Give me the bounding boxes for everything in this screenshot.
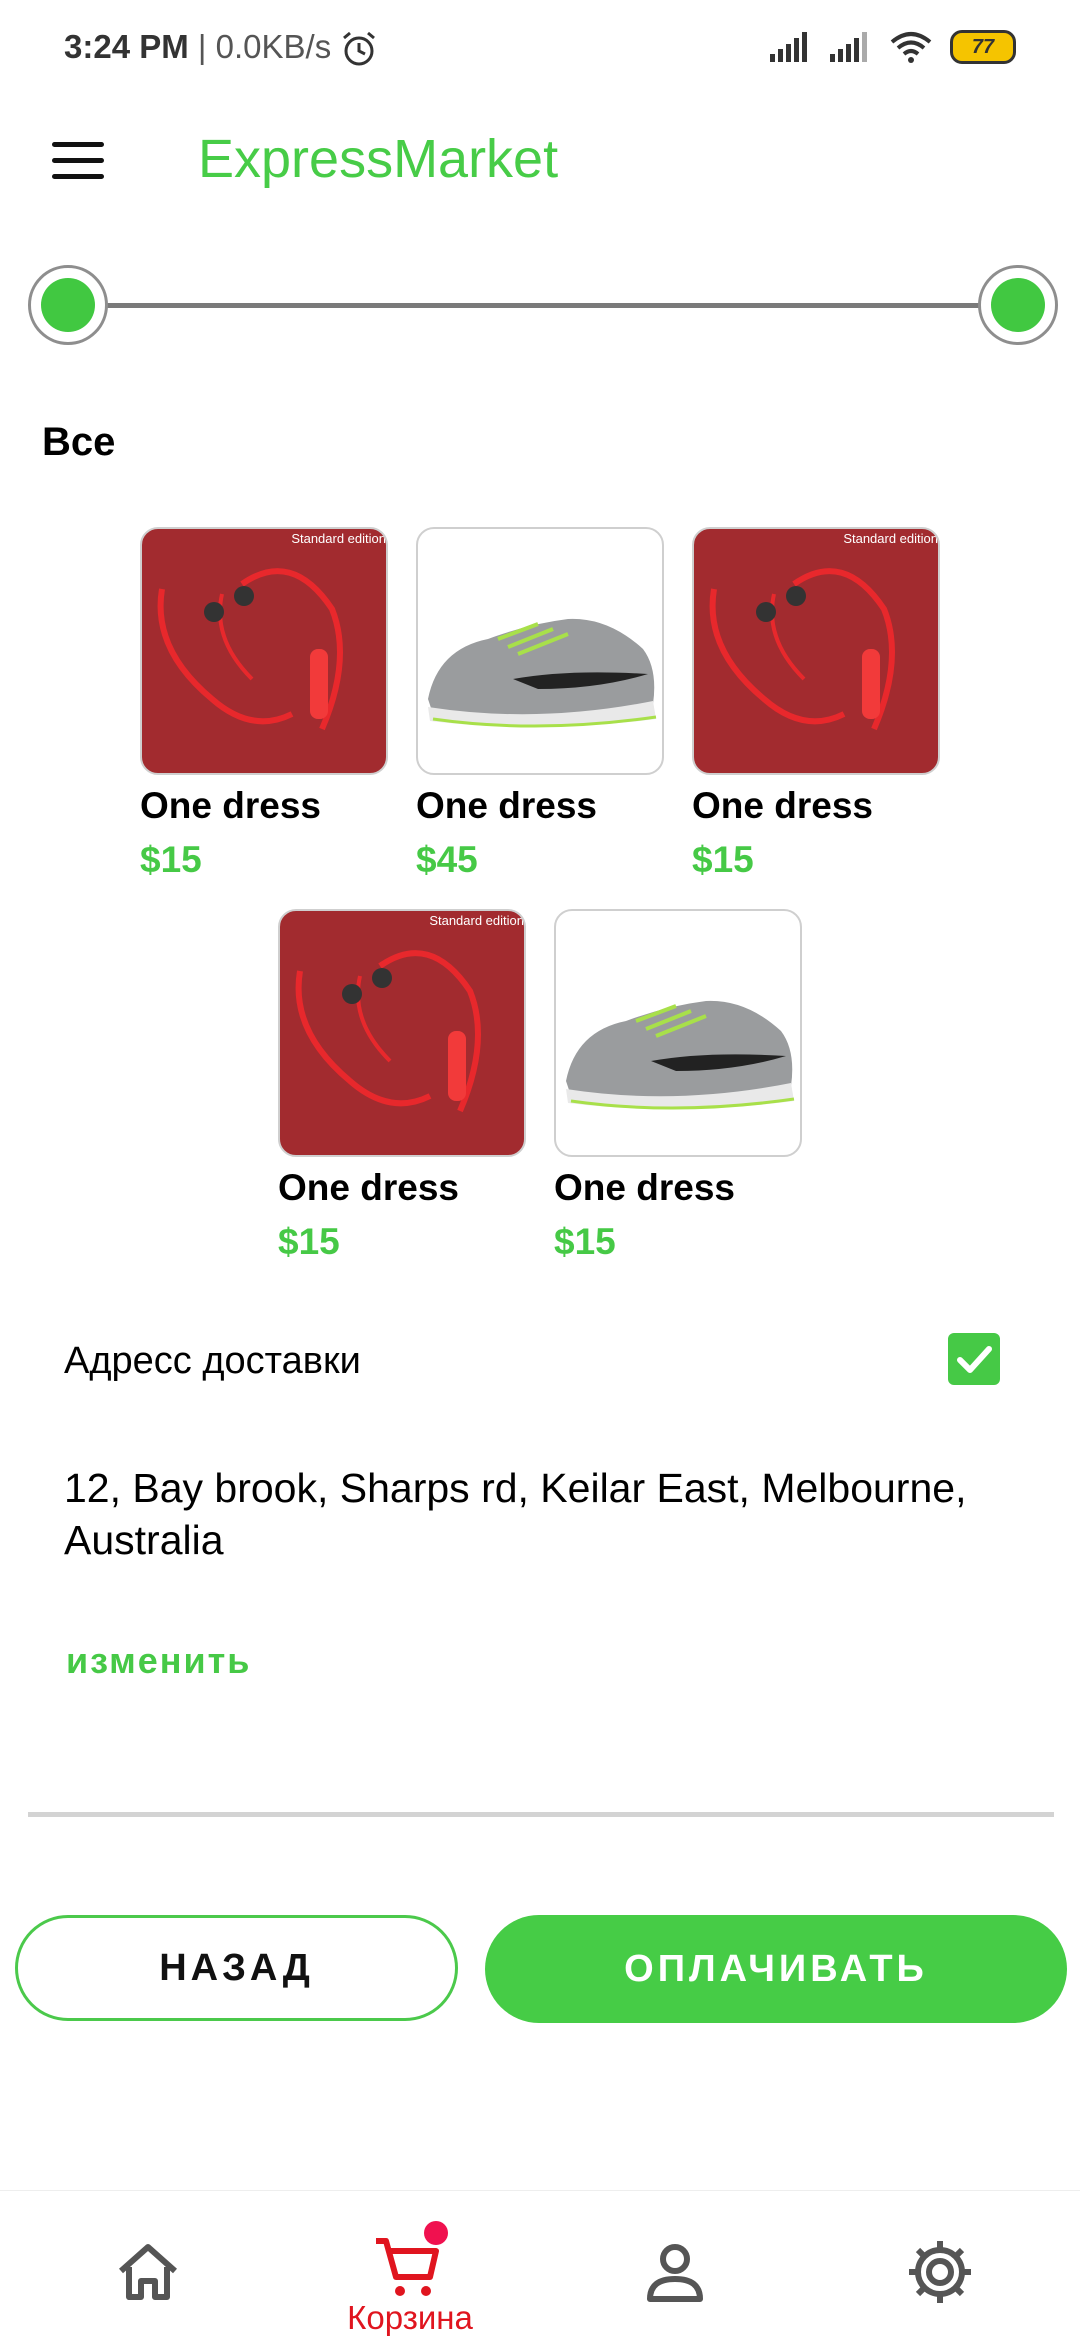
signal-icon-2 (830, 32, 867, 62)
delivery-address-label: Адресс доставки (64, 1340, 361, 1382)
step-1-indicator (28, 265, 108, 345)
check-icon (957, 1346, 992, 1373)
product-caption: Standard edition (291, 531, 386, 546)
cart-badge (424, 2221, 448, 2245)
settings-icon[interactable] (905, 2237, 975, 2307)
product-row: Standard edition One dress $15 One dress… (0, 909, 1080, 1263)
product-grid: Standard edition One dress $15 One dress… (0, 527, 1080, 1291)
product-price: $15 (554, 1221, 616, 1262)
product-image: Standard edition (140, 527, 388, 775)
profile-icon[interactable] (640, 2237, 710, 2307)
product-name: One dress (278, 1167, 459, 1208)
product-price: $45 (416, 839, 478, 880)
bottom-navigation: Корзина (0, 2190, 1080, 2341)
product-name: One dress (416, 785, 597, 826)
stepper-line (100, 303, 986, 308)
product-image (554, 909, 802, 1157)
status-right: 77 (770, 30, 1016, 64)
product-name: One dress (140, 785, 321, 826)
product-card[interactable]: Standard edition One dress $15 (278, 909, 526, 1263)
alarm-icon (343, 31, 375, 66)
battery-level: 77 (971, 35, 995, 58)
product-name: One dress (554, 1167, 735, 1208)
delivery-address-text: 12, Bay brook, Sharps rd, Keilar East, M… (64, 1465, 967, 1563)
status-net-speed: 0.0KB/s (215, 28, 332, 65)
product-image: Standard edition (278, 909, 526, 1157)
delivery-address-checkbox[interactable] (948, 1333, 1000, 1385)
section-title: Все (42, 420, 116, 464)
product-image: Standard edition (692, 527, 940, 775)
product-caption: Standard edition (843, 531, 938, 546)
wifi-icon (890, 32, 932, 63)
product-card[interactable]: One dress $45 (416, 527, 664, 881)
status-clock: 3:24 PM (64, 28, 189, 65)
status-separator: | (197, 28, 207, 65)
product-price: $15 (692, 839, 754, 880)
status-bar: 3:24 PM | 0.0KB/s 77 (0, 0, 1080, 100)
change-address-link[interactable]: изменить (66, 1640, 251, 1682)
home-icon[interactable] (113, 2237, 183, 2307)
product-price: $15 (278, 1221, 340, 1262)
product-image (416, 527, 664, 775)
signal-icon (770, 32, 807, 62)
divider (28, 1812, 1054, 1817)
earphones-icon: Standard edition (157, 531, 386, 731)
product-row: Standard edition One dress $15 One dress… (0, 527, 1080, 881)
menu-icon[interactable] (52, 142, 104, 180)
product-card[interactable]: Standard edition One dress $15 (140, 527, 388, 881)
pay-button[interactable]: ОПЛАЧИВАТЬ (485, 1915, 1067, 2023)
earphones-icon: Standard edition (709, 531, 938, 731)
nav-cart-label[interactable]: Корзина (330, 2299, 490, 2337)
status-time: 3:24 PM | 0.0KB/s (64, 28, 331, 66)
product-card[interactable]: Standard edition One dress $15 (692, 527, 940, 881)
back-button[interactable]: НАЗАД (15, 1915, 458, 2021)
product-caption: Standard edition (429, 913, 524, 928)
product-name: One dress (692, 785, 873, 826)
shoe-icon (566, 1000, 795, 1110)
product-card[interactable]: One dress $15 (554, 909, 802, 1263)
battery-icon: 77 (950, 30, 1016, 64)
earphones-icon: Standard edition (295, 913, 524, 1113)
step-2-indicator (978, 265, 1058, 345)
checkout-stepper (28, 265, 1058, 345)
shoe-icon (428, 618, 657, 728)
app-title: ExpressMarket (198, 129, 559, 189)
product-price: $15 (140, 839, 202, 880)
app-bar: ExpressMarket (0, 100, 1080, 220)
